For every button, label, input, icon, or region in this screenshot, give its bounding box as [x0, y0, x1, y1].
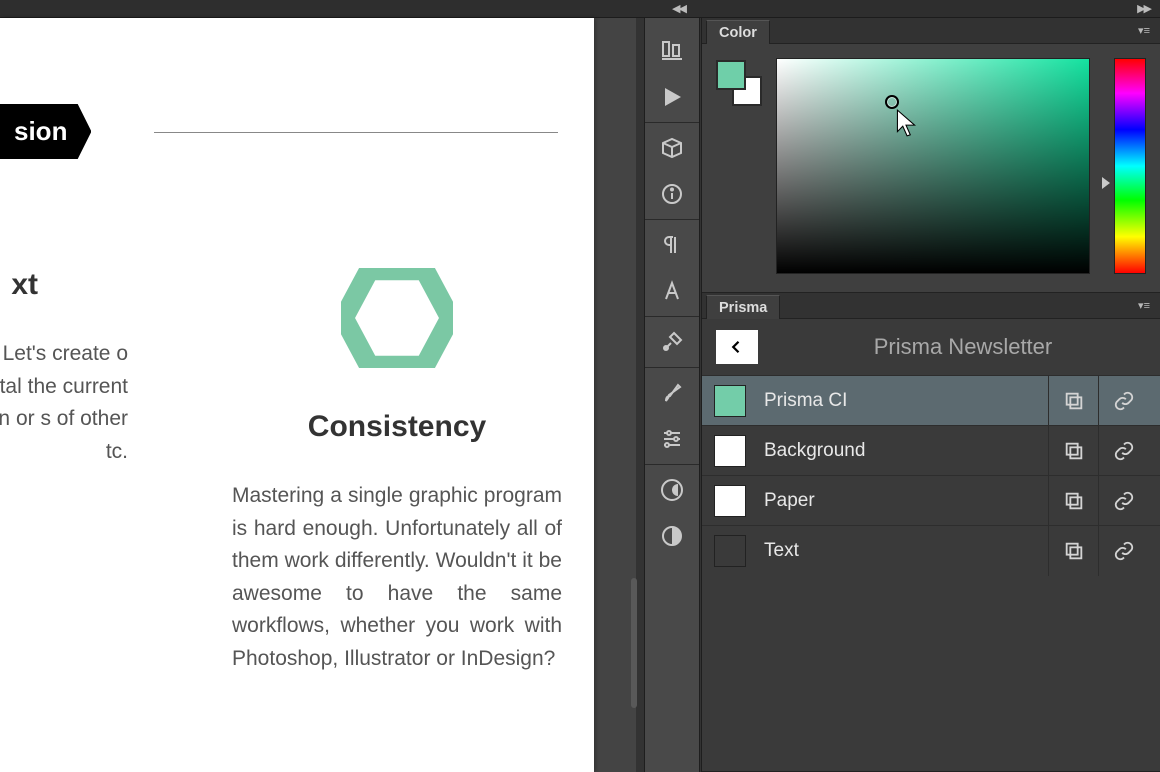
play-icon[interactable] — [652, 78, 692, 116]
canvas-scrollbar[interactable] — [631, 578, 637, 708]
hue-column — [1104, 58, 1146, 274]
align-panel-icon[interactable] — [652, 32, 692, 70]
right-panel-stack: Color ▾≡ Prisma ▾≡ — [701, 18, 1160, 772]
prisma-row[interactable]: Background — [702, 425, 1160, 475]
row-name: Text — [764, 540, 1030, 562]
doc-column-left: xt ns within Let's create o our mental t… — [0, 268, 128, 468]
foreground-swatch[interactable] — [716, 60, 746, 90]
character-icon[interactable] — [652, 272, 692, 310]
cursor-icon — [895, 108, 917, 138]
saturation-value-field[interactable] — [776, 58, 1090, 274]
row-swatch — [714, 485, 746, 517]
color-panel-body — [702, 44, 1160, 292]
row-name: Background — [764, 440, 1030, 462]
color-panel-header: Color ▾≡ — [702, 18, 1160, 44]
sliders-icon[interactable] — [652, 420, 692, 458]
prisma-breadcrumb: Prisma Newsletter — [702, 319, 1160, 375]
prisma-panel-header: Prisma ▾≡ — [702, 293, 1160, 319]
back-button[interactable] — [716, 330, 758, 364]
prisma-panel: Prisma ▾≡ Prisma Newsletter Prisma CI Bac… — [702, 293, 1160, 772]
prisma-color-list: Prisma CI Background Paper Text — [702, 375, 1160, 575]
fg-bg-swatch[interactable] — [716, 60, 762, 106]
horizontal-rule — [154, 132, 558, 133]
center-body: Mastering a single graphic program is ha… — [232, 480, 562, 675]
prisma-row[interactable]: Text — [702, 525, 1160, 575]
center-heading: Consistency — [232, 410, 562, 444]
row-name: Paper — [764, 490, 1030, 512]
row-actions — [1048, 426, 1148, 476]
prisma-row[interactable]: Paper — [702, 475, 1160, 525]
copy-icon[interactable] — [1048, 426, 1098, 476]
prisma-row[interactable]: Prisma CI — [702, 375, 1160, 425]
row-swatch — [714, 435, 746, 467]
collapse-left-chevrons[interactable]: ◀◀ — [672, 2, 685, 15]
row-swatch — [714, 535, 746, 567]
paragraph-icon[interactable] — [652, 226, 692, 264]
sv-indicator[interactable] — [885, 95, 899, 109]
prisma-panel-body: Prisma Newsletter Prisma CI Background Pap… — [702, 319, 1160, 771]
left-heading: xt — [0, 268, 128, 302]
info-icon[interactable] — [652, 175, 692, 213]
link-icon[interactable] — [1098, 526, 1148, 576]
color-panel-menu-icon[interactable]: ▾≡ — [1138, 24, 1150, 37]
link-icon[interactable] — [1098, 376, 1148, 426]
link-icon[interactable] — [1098, 426, 1148, 476]
section-tag: sion — [0, 104, 91, 159]
canvas-area: sion xt ns within Let's create o our men… — [0, 18, 636, 772]
hexagon-icon — [341, 268, 453, 368]
cc-icon[interactable] — [652, 471, 692, 509]
row-swatch — [714, 385, 746, 417]
hue-strip[interactable] — [1114, 58, 1146, 274]
link-icon[interactable] — [1098, 476, 1148, 526]
collapse-right-chevrons[interactable]: ▶▶ — [1137, 2, 1150, 15]
row-actions — [1048, 376, 1148, 426]
copy-icon[interactable] — [1048, 526, 1098, 576]
row-actions — [1048, 526, 1148, 576]
doc-column-center: Consistency Mastering a single graphic p… — [232, 268, 562, 675]
brushes-icon[interactable] — [652, 374, 692, 412]
package-icon[interactable] — [652, 129, 692, 167]
breadcrumb-title: Prisma Newsletter — [780, 334, 1146, 360]
panel-top-strip: ◀◀ ▶▶ — [0, 0, 1160, 18]
color-panel-tab[interactable]: Color — [706, 20, 770, 44]
hue-caret[interactable] — [1102, 177, 1110, 189]
tools-icon[interactable] — [652, 323, 692, 361]
copy-icon[interactable] — [1048, 476, 1098, 526]
row-name: Prisma CI — [764, 390, 1030, 412]
color-panel: Color ▾≡ — [702, 18, 1160, 293]
bw-icon[interactable] — [652, 517, 692, 555]
left-body: ns within Let's create o our mental the … — [0, 338, 128, 468]
document[interactable]: sion xt ns within Let's create o our men… — [0, 18, 594, 772]
tool-dock — [644, 18, 700, 772]
prisma-panel-tab[interactable]: Prisma — [706, 295, 780, 319]
row-actions — [1048, 476, 1148, 526]
copy-icon[interactable] — [1048, 376, 1098, 426]
prisma-panel-menu-icon[interactable]: ▾≡ — [1138, 299, 1150, 312]
